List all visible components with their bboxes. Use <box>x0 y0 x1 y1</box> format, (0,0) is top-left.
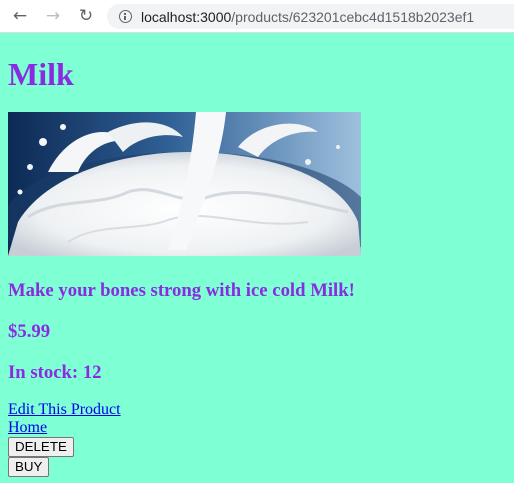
forward-arrow-icon[interactable]: → <box>42 5 64 27</box>
reload-icon[interactable]: ↻ <box>75 5 97 27</box>
product-title: Milk <box>8 56 74 92</box>
edit-product-link[interactable]: Edit This Product <box>8 401 514 419</box>
page-content: Milk Make your bones strong with ice col… <box>8 33 514 477</box>
product-actions: Edit This Product Home DELETE BUY <box>8 401 514 477</box>
browser-toolbar: ← → ↻ localhost:3000/products/623201cebc… <box>0 0 514 33</box>
home-link[interactable]: Home <box>8 419 514 437</box>
url-host: localhost:3000 <box>141 8 232 25</box>
product-image <box>8 112 361 256</box>
buy-button[interactable]: BUY <box>8 457 50 477</box>
site-info-icon[interactable] <box>119 10 132 23</box>
back-arrow-icon[interactable]: ← <box>9 5 31 27</box>
product-description: Make your bones strong with ice cold Mil… <box>8 280 355 301</box>
address-bar[interactable]: localhost:3000/products/623201cebc4d1518… <box>107 4 514 29</box>
product-price: $5.99 <box>8 321 51 342</box>
url-path: /products/623201cebc4d1518b2023ef1 <box>231 8 475 25</box>
product-stock: In stock: 12 <box>8 362 102 383</box>
delete-button[interactable]: DELETE <box>8 437 74 457</box>
